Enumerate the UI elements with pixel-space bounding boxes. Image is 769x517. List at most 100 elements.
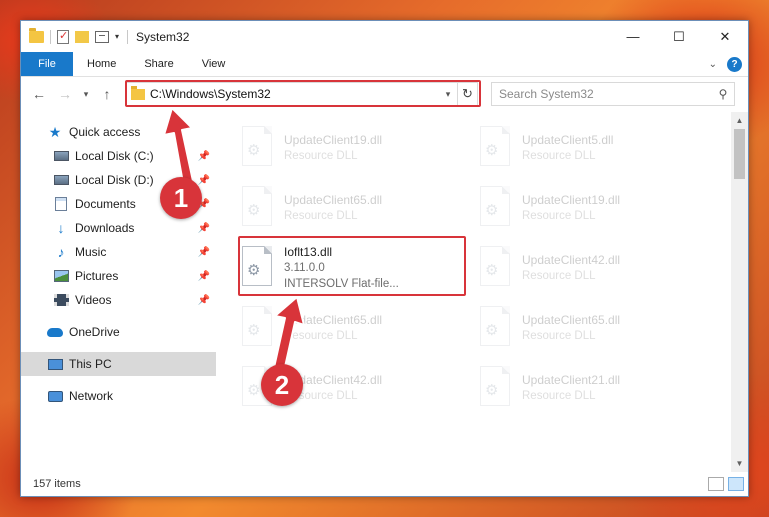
title-bar: ▾ System32 — ☐ ✕ [21, 21, 748, 52]
download-icon: ↓ [57, 220, 65, 236]
properties-icon[interactable] [57, 29, 69, 44]
file-item[interactable]: ⚙ UpdateClient19.dll Resource DLL [238, 118, 476, 178]
sidebar-item-label: Documents [75, 197, 136, 211]
music-icon: ♪ [57, 244, 65, 260]
new-folder-icon[interactable] [75, 30, 89, 43]
toolbar-divider [50, 29, 51, 44]
recent-locations-dropdown[interactable]: ▾ [79, 82, 93, 106]
file-item[interactable]: ⚙ UpdateClient65.dll Resource DLL [238, 298, 476, 358]
sidebar-item-onedrive[interactable]: OneDrive [21, 320, 216, 344]
file-description: Resource DLL [522, 390, 596, 402]
file-name: UpdateClient65.dll [522, 313, 621, 327]
file-description: Resource DLL [284, 210, 358, 222]
up-button[interactable]: ↑ [95, 82, 119, 106]
pin-icon[interactable]: 📌 [198, 175, 210, 186]
scroll-down-button[interactable]: ▼ [731, 455, 748, 472]
sidebar-item-label: Local Disk (D:) [75, 173, 154, 187]
search-box[interactable]: ⚲ [491, 82, 735, 106]
file-name: UpdateClient21.dll [522, 373, 621, 387]
sidebar-item-label: Local Disk (C:) [75, 149, 154, 163]
documents-icon [53, 197, 69, 211]
forward-button[interactable]: → [53, 82, 77, 106]
sidebar-item-videos[interactable]: Videos 📌 [21, 288, 216, 312]
file-description: Resource DLL [522, 150, 596, 162]
file-description: Resource DLL [284, 150, 358, 162]
pin-icon[interactable]: 📌 [198, 223, 210, 234]
sidebar-item-downloads[interactable]: ↓ Downloads 📌 [21, 216, 216, 240]
tab-view[interactable]: View [188, 52, 240, 76]
ribbon-controls: ⌄ ? [709, 52, 748, 76]
folder-icon [29, 27, 44, 43]
help-icon[interactable]: ? [727, 56, 742, 72]
file-name: UpdateClient19.dll [284, 133, 383, 147]
status-bar: 157 items [21, 472, 748, 496]
file-item[interactable]: ⚙ UpdateClient5.dll Resource DLL [476, 118, 714, 178]
sidebar-item-network[interactable]: Network [21, 384, 216, 408]
maximize-button[interactable]: ☐ [656, 21, 702, 52]
file-item[interactable]: ⚙ UpdateClient21.dll Resource DLL [476, 358, 714, 418]
item-count: 157 items [33, 478, 81, 490]
network-icon [47, 389, 63, 403]
sidebar-item-this-pc[interactable]: This PC [21, 352, 216, 376]
navigation-pane: ★ Quick access Local Disk (C:) 📌 Local D… [21, 112, 216, 472]
address-highlight-box [125, 80, 481, 107]
search-input[interactable] [492, 87, 712, 101]
vertical-scrollbar[interactable]: ▲ ▼ [731, 112, 748, 472]
tab-share[interactable]: Share [130, 52, 187, 76]
dll-file-icon: ⚙ [238, 125, 278, 171]
pin-icon[interactable]: 📌 [198, 151, 210, 162]
pc-icon [47, 357, 63, 371]
tab-file[interactable]: File [21, 52, 73, 76]
pictures-icon [53, 269, 69, 283]
videos-icon [53, 293, 69, 307]
pin-icon[interactable]: 📌 [198, 295, 210, 306]
tab-home[interactable]: Home [73, 52, 130, 76]
sidebar-item-label: Network [69, 389, 114, 403]
large-icons-view-button[interactable] [728, 477, 744, 491]
sidebar-item-local-disk-c[interactable]: Local Disk (C:) 📌 [21, 144, 216, 168]
drive-icon [53, 173, 69, 187]
sidebar-item-label: Pictures [75, 269, 119, 283]
sidebar-item-music[interactable]: ♪ Music 📌 [21, 240, 216, 264]
onedrive-icon [47, 325, 63, 339]
file-description: Resource DLL [522, 330, 596, 342]
back-button[interactable]: ← [27, 82, 51, 106]
file-description: Resource DLL [284, 330, 358, 342]
scroll-thumb[interactable] [734, 129, 745, 179]
view-toggle [708, 477, 748, 491]
details-view-button[interactable] [708, 477, 724, 491]
sidebar-item-label: OneDrive [69, 325, 120, 339]
minimize-button[interactable]: — [610, 21, 656, 52]
file-item[interactable]: ⚙ UpdateClient65.dll Resource DLL [238, 178, 476, 238]
caption-buttons: — ☐ ✕ [610, 21, 748, 52]
file-item[interactable]: ⚙ UpdateClient19.dll Resource DLL [476, 178, 714, 238]
drive-icon [53, 149, 69, 163]
sidebar-item-pictures[interactable]: Pictures 📌 [21, 264, 216, 288]
close-button[interactable]: ✕ [702, 21, 748, 52]
file-item[interactable]: ⚙ UpdateClient42.dll Resource DLL [476, 238, 714, 298]
sidebar-item-label: Videos [75, 293, 112, 307]
dll-file-icon: ⚙ [238, 185, 278, 231]
file-item[interactable]: ⚙ UpdateClient65.dll Resource DLL [476, 298, 714, 358]
customize-dropdown-icon[interactable]: ▾ [115, 32, 119, 41]
step-1-badge: 1 [160, 177, 202, 219]
dll-file-icon: ⚙ [476, 245, 516, 291]
sidebar-item-label: Music [75, 245, 107, 259]
pin-icon[interactable]: 📌 [198, 271, 210, 282]
sidebar-item-label: Quick access [69, 125, 141, 139]
dll-file-icon: ⚙ [476, 125, 516, 171]
ribbon-tabs: File Home Share View ⌄ ? [21, 52, 748, 77]
sidebar-item-quick-access[interactable]: ★ Quick access [21, 120, 216, 144]
dll-file-icon: ⚙ [476, 305, 516, 351]
sidebar-item-label: This PC [69, 357, 112, 371]
file-name: UpdateClient19.dll [522, 193, 621, 207]
view-icon[interactable] [95, 30, 109, 43]
search-icon[interactable]: ⚲ [712, 87, 734, 101]
scroll-up-button[interactable]: ▲ [731, 112, 748, 129]
chevron-down-icon[interactable]: ⌄ [709, 59, 717, 70]
file-name: UpdateClient65.dll [284, 313, 383, 327]
pin-icon[interactable]: 📌 [198, 247, 210, 258]
file-name: UpdateClient65.dll [284, 193, 383, 207]
sidebar-item-label: Downloads [75, 221, 135, 235]
dll-file-icon: ⚙ [238, 305, 278, 351]
